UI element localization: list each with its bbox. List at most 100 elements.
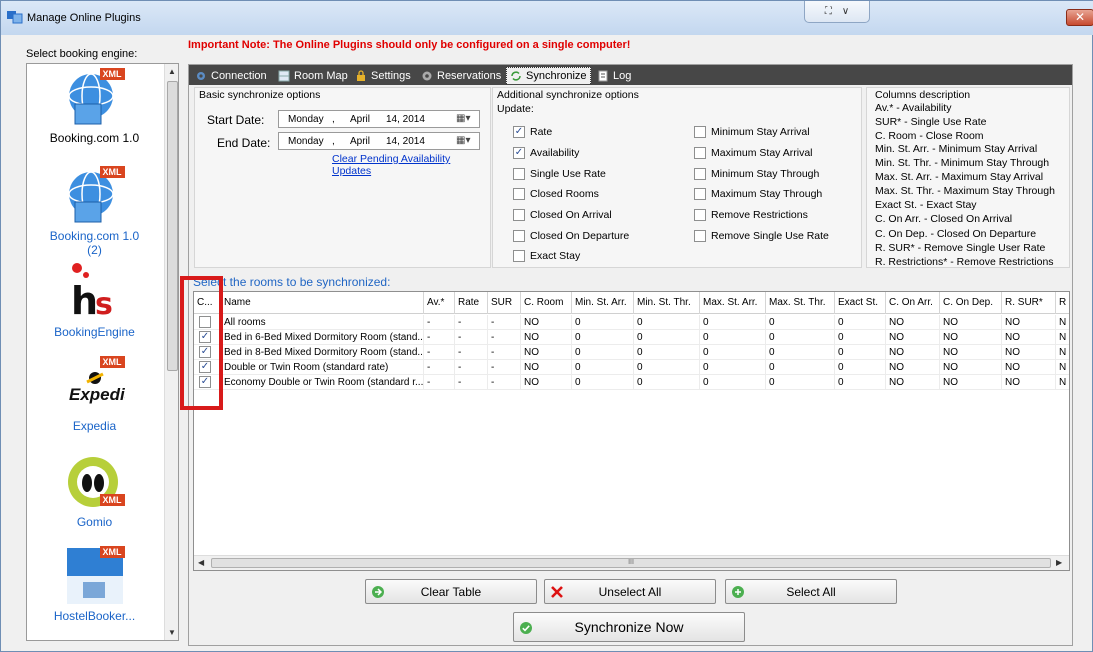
cell-sur: -: [488, 345, 521, 360]
cell-c-room: NO: [521, 360, 572, 375]
engine-item-hostelbooker[interactable]: XML HostelBooker...: [27, 546, 162, 623]
cell-min-st-thr: 0: [634, 315, 700, 330]
column-header-c-on-dep[interactable]: C. On Dep.: [940, 292, 1002, 314]
cell-availability: -: [424, 375, 455, 390]
calendar-icon[interactable]: ▦▾: [456, 135, 476, 147]
option-availability[interactable]: Availability: [513, 147, 579, 159]
column-header-r-sur[interactable]: R. SUR*: [1002, 292, 1056, 314]
option-max-stay-arrival[interactable]: Maximum Stay Arrival: [694, 147, 813, 159]
column-header-name[interactable]: Name: [221, 292, 424, 314]
column-header-rate[interactable]: Rate: [455, 292, 488, 314]
option-rate[interactable]: Rate: [513, 126, 552, 138]
cell-r-restrictions: N: [1056, 315, 1069, 330]
engine-item-booking-com[interactable]: XML Booking.com 1.0: [27, 68, 162, 145]
closed-rooms-checkbox[interactable]: [513, 188, 525, 200]
option-closed-on-arrival[interactable]: Closed On Arrival: [513, 209, 612, 221]
end-date-picker[interactable]: Monday , April 14, 2014 ▦▾: [278, 132, 480, 150]
exact-stay-checkbox[interactable]: [513, 250, 525, 262]
column-header-max-st-arr[interactable]: Max. St. Arr.: [700, 292, 766, 314]
scroll-down-icon[interactable]: ▼: [168, 628, 176, 637]
end-date-label: End Date:: [217, 136, 271, 150]
booking-engine-list[interactable]: XML Booking.com 1.0 XML Booking.com 1.0 …: [26, 63, 179, 641]
max-stay-through-checkbox[interactable]: [694, 188, 706, 200]
tab-connection[interactable]: Connection: [192, 67, 270, 84]
option-closed-rooms[interactable]: Closed Rooms: [513, 188, 599, 200]
rooms-grid[interactable]: C... Name Av.* Rate SUR C. Room Min. St.…: [193, 291, 1070, 571]
option-single-use-rate[interactable]: Single Use Rate: [513, 168, 606, 180]
column-header-min-st-arr[interactable]: Min. St. Arr.: [572, 292, 634, 314]
closed-on-arrival-checkbox[interactable]: [513, 209, 525, 221]
calendar-icon[interactable]: ▦▾: [456, 113, 476, 125]
select-all-button[interactable]: Select All: [725, 579, 897, 604]
engine-item-expedia[interactable]: Expedia XML Expedia: [27, 356, 162, 433]
option-max-stay-through[interactable]: Maximum Stay Through: [694, 188, 822, 200]
start-date-picker[interactable]: Monday , April 14, 2014 ▦▾: [278, 110, 480, 128]
column-header-max-st-thr[interactable]: Max. St. Thr.: [766, 292, 835, 314]
option-min-stay-through[interactable]: Minimum Stay Through: [694, 168, 819, 180]
table-row[interactable]: Bed in 6-Bed Mixed Dormitory Room (stand…: [194, 330, 1069, 345]
option-closed-on-departure[interactable]: Closed On Departure: [513, 230, 629, 242]
additional-options-group: Additional synchronize options Update: R…: [492, 87, 862, 268]
tab-reservations[interactable]: Reservations: [418, 67, 504, 84]
column-header-c-on-arr[interactable]: C. On Arr.: [886, 292, 940, 314]
remove-single-use-rate-checkbox[interactable]: [694, 230, 706, 242]
column-header-min-st-thr[interactable]: Min. St. Thr.: [634, 292, 700, 314]
clear-pending-updates-link[interactable]: Clear Pending Availability Updates: [332, 153, 490, 177]
min-stay-through-checkbox[interactable]: [694, 168, 706, 180]
description-line: SUR* - Single Use Rate: [875, 116, 987, 128]
tab-room-map[interactable]: Room Map: [275, 67, 351, 84]
description-line: Max. St. Thr. - Maximum Stay Through: [875, 185, 1055, 197]
window-options-button[interactable]: ⛶ ∨: [804, 1, 870, 23]
rate-checkbox[interactable]: [513, 126, 525, 138]
basic-options-title: Basic synchronize options: [199, 89, 321, 101]
tab-log[interactable]: Log: [594, 67, 634, 84]
title-bar[interactable]: Manage Online Plugins ⛶ ∨ ✕: [1, 1, 1093, 35]
max-stay-arrival-checkbox[interactable]: [694, 147, 706, 159]
scroll-thumb[interactable]: [167, 81, 178, 371]
engine-caption: HostelBooker...: [53, 609, 136, 623]
clear-table-button[interactable]: Clear Table: [365, 579, 537, 604]
engine-caption: Booking.com 1.0 (2): [49, 229, 140, 257]
column-header-r-restrictions[interactable]: R: [1056, 292, 1069, 314]
scroll-thumb[interactable]: III: [211, 558, 1051, 568]
engine-item-booking-com-2[interactable]: XML Booking.com 1.0 (2): [27, 166, 162, 257]
columns-description-title: Columns description: [875, 89, 971, 101]
min-stay-arrival-checkbox[interactable]: [694, 126, 706, 138]
option-label: Closed On Arrival: [530, 209, 612, 221]
cell-max-st-arr: 0: [700, 345, 766, 360]
scroll-left-icon[interactable]: ◀: [198, 558, 204, 567]
availability-checkbox[interactable]: [513, 147, 525, 159]
remove-restrictions-checkbox[interactable]: [694, 209, 706, 221]
column-header-exact-st[interactable]: Exact St.: [835, 292, 886, 314]
column-header-availability[interactable]: Av.*: [424, 292, 455, 314]
green-check-icon: [520, 622, 532, 634]
option-min-stay-arrival[interactable]: Minimum Stay Arrival: [694, 126, 810, 138]
engine-item-gomio[interactable]: XML Gomio: [27, 452, 162, 529]
synchronize-now-button[interactable]: Synchronize Now: [513, 612, 745, 642]
table-row[interactable]: Bed in 8-Bed Mixed Dormitory Room (stand…: [194, 345, 1069, 360]
tab-synchronize[interactable]: Synchronize: [506, 67, 591, 84]
table-row[interactable]: Double or Twin Room (standard rate) - - …: [194, 360, 1069, 375]
option-exact-stay[interactable]: Exact Stay: [513, 250, 580, 262]
option-remove-single-use-rate[interactable]: Remove Single Use Rate: [694, 230, 829, 242]
tab-settings[interactable]: Settings: [352, 67, 414, 84]
option-remove-restrictions[interactable]: Remove Restrictions: [694, 209, 808, 221]
engine-list-scrollbar[interactable]: ▲ ▼: [164, 64, 178, 640]
room-name: Bed in 6-Bed Mixed Dormitory Room (stand…: [221, 330, 424, 345]
weekday: Monday: [288, 136, 324, 147]
scroll-up-icon[interactable]: ▲: [168, 67, 176, 76]
table-row[interactable]: All rooms - - - NO 0 0 0 0 0 NO NO NO N: [194, 315, 1069, 330]
cell-availability: -: [424, 345, 455, 360]
column-header-sur[interactable]: SUR: [488, 292, 521, 314]
unselect-all-button[interactable]: Unselect All: [544, 579, 716, 604]
close-button[interactable]: ✕: [1066, 9, 1093, 26]
grid-horizontal-scrollbar[interactable]: ◀ III ▶: [194, 555, 1069, 570]
cell-min-st-thr: 0: [634, 375, 700, 390]
cell-max-st-thr: 0: [766, 360, 835, 375]
closed-on-departure-checkbox[interactable]: [513, 230, 525, 242]
scroll-right-icon[interactable]: ▶: [1056, 558, 1062, 567]
column-header-c-room[interactable]: C. Room: [521, 292, 572, 314]
single-use-rate-checkbox[interactable]: [513, 168, 525, 180]
engine-item-bookingengine[interactable]: h s BookingEngine: [27, 262, 162, 339]
table-row[interactable]: Economy Double or Twin Room (standard r.…: [194, 375, 1069, 390]
